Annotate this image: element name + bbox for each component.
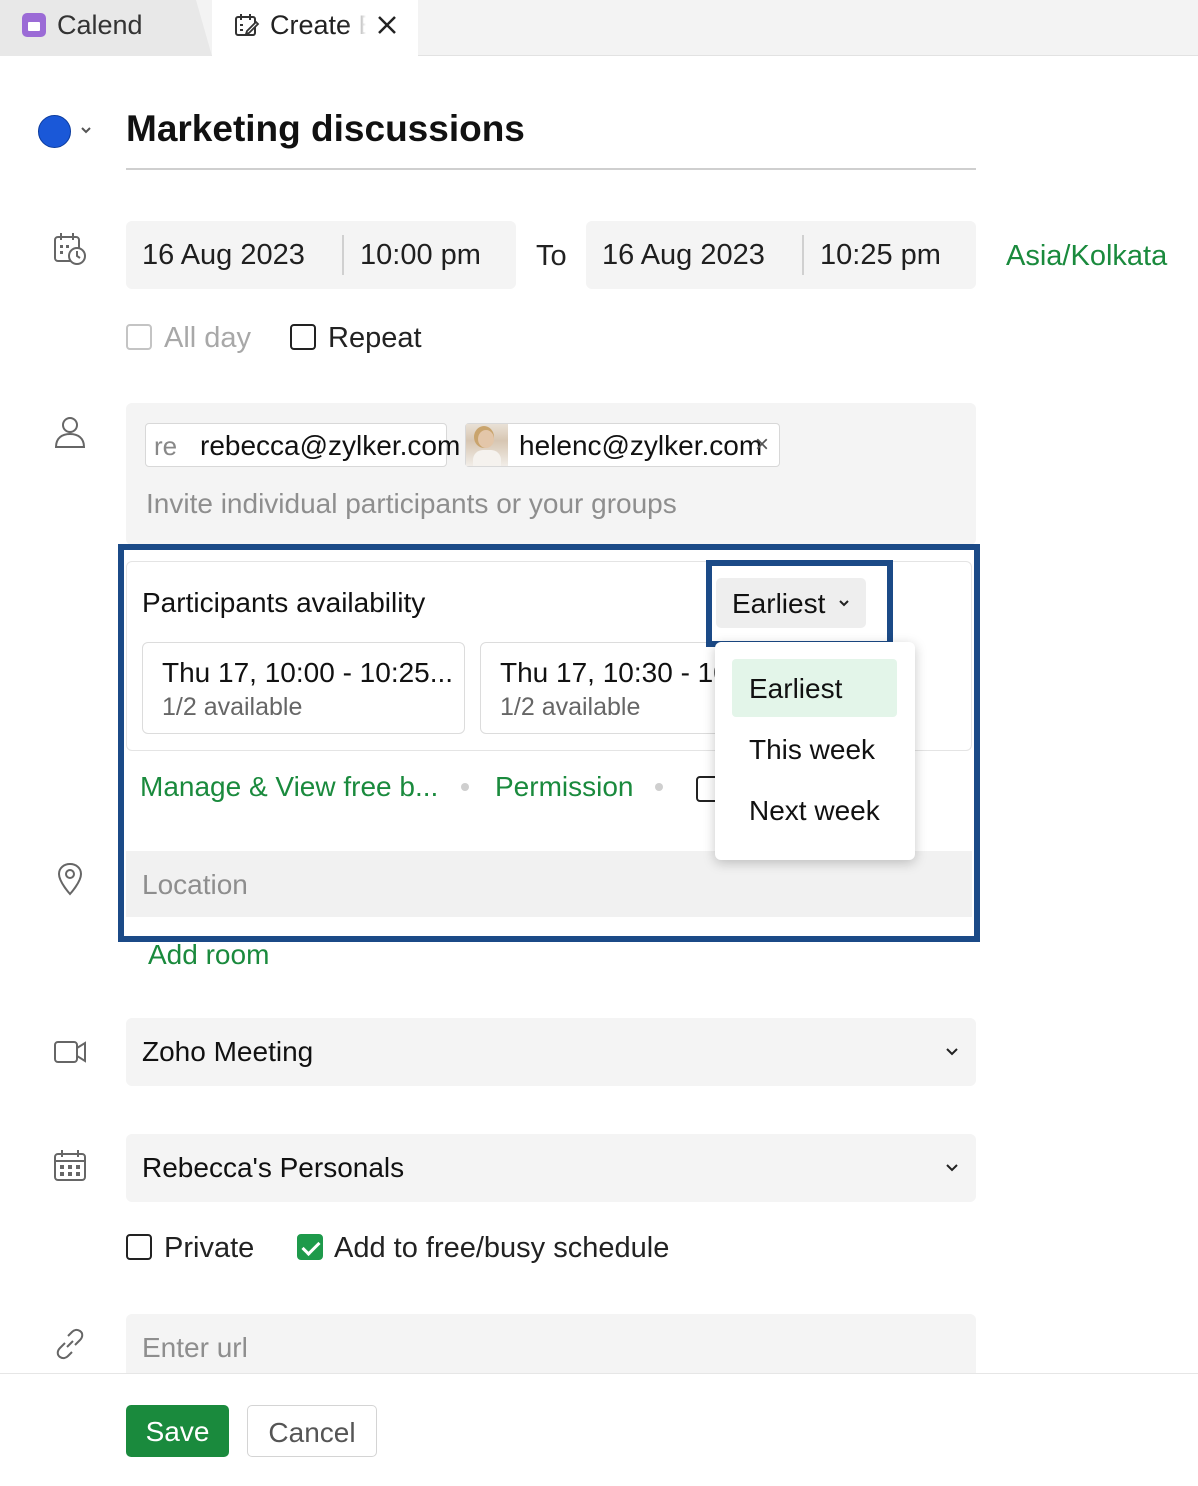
start-time[interactable]: 10:00 pm bbox=[360, 239, 481, 272]
location-pin-icon bbox=[57, 862, 83, 896]
invite-participants-input[interactable]: Invite individual participants or your g… bbox=[146, 488, 677, 520]
save-button[interactable]: Save bbox=[126, 1405, 229, 1457]
participants-field[interactable]: re rebecca@zylker.com helenc@zylker.com … bbox=[126, 403, 976, 545]
repeat-checkbox[interactable] bbox=[290, 324, 316, 350]
calendar-clock-icon bbox=[54, 233, 86, 265]
calendar-select[interactable]: Rebecca's Personals bbox=[126, 1134, 976, 1202]
to-label: To bbox=[536, 240, 567, 272]
participant-chip[interactable]: helenc@zylker.com × bbox=[465, 423, 780, 467]
url-placeholder: Enter url bbox=[142, 1332, 248, 1363]
event-color-picker[interactable] bbox=[38, 115, 71, 148]
free-busy-label: Add to free/busy schedule bbox=[334, 1232, 670, 1264]
end-date[interactable]: 16 Aug 2023 bbox=[602, 239, 765, 272]
participant-initials: re bbox=[154, 431, 178, 461]
menu-item-label: This week bbox=[749, 734, 876, 765]
divider bbox=[802, 235, 804, 275]
tab-create-event[interactable]: Create Event bbox=[212, 0, 418, 56]
free-busy-checkbox[interactable] bbox=[297, 1234, 323, 1260]
chevron-down-icon bbox=[946, 1164, 958, 1172]
person-icon bbox=[54, 417, 86, 448]
divider bbox=[342, 235, 344, 275]
availability-filter-menu: Earliest This week Next week bbox=[715, 642, 915, 860]
calendar-value: Rebecca's Personals bbox=[142, 1152, 405, 1183]
tab-calendar[interactable]: Calend bbox=[0, 0, 212, 56]
participant-email: rebecca@zylker.com bbox=[200, 430, 461, 461]
add-room-link[interactable]: Add room bbox=[148, 939, 269, 971]
participant-email: helenc@zylker.com bbox=[519, 430, 763, 461]
private-checkbox[interactable] bbox=[126, 1234, 152, 1260]
tab-create-label: Create Event bbox=[270, 10, 366, 40]
cancel-button-label: Cancel bbox=[268, 1417, 356, 1448]
remove-participant-icon[interactable]: × bbox=[755, 431, 769, 459]
start-date[interactable]: 16 Aug 2023 bbox=[142, 239, 305, 272]
menu-item-next-week[interactable]: Next week bbox=[732, 781, 897, 839]
url-input[interactable] bbox=[126, 1314, 976, 1374]
event-title-input[interactable]: Marketing discussions bbox=[126, 108, 525, 150]
calendar-app-icon bbox=[22, 13, 46, 37]
calendar-icon bbox=[54, 1150, 86, 1181]
cancel-button[interactable]: Cancel bbox=[247, 1405, 377, 1457]
end-datetime-field[interactable]: 16 Aug 2023 10:25 pm bbox=[586, 221, 976, 289]
video-camera-icon bbox=[54, 1041, 86, 1063]
all-day-label: All day bbox=[164, 322, 252, 354]
menu-item-earliest[interactable]: Earliest bbox=[732, 659, 897, 717]
chevron-down-icon bbox=[946, 1048, 958, 1056]
meeting-provider-select[interactable]: Zoho Meeting bbox=[126, 1018, 976, 1086]
link-icon bbox=[56, 1328, 84, 1360]
tab-calendar-label: Calend bbox=[57, 10, 143, 40]
menu-item-label: Earliest bbox=[749, 673, 843, 704]
all-day-checkbox[interactable] bbox=[126, 324, 152, 350]
participant-chip[interactable]: re rebecca@zylker.com bbox=[145, 423, 460, 467]
highlight-annotation bbox=[706, 560, 893, 647]
private-label: Private bbox=[164, 1232, 255, 1264]
start-datetime-field[interactable]: 16 Aug 2023 10:00 pm bbox=[126, 221, 516, 289]
save-button-label: Save bbox=[145, 1416, 210, 1447]
close-tab-icon[interactable] bbox=[374, 12, 400, 38]
menu-item-label: Next week bbox=[749, 795, 880, 826]
end-time[interactable]: 10:25 pm bbox=[820, 239, 941, 272]
title-underline bbox=[126, 168, 976, 170]
repeat-label: Repeat bbox=[328, 322, 422, 354]
chevron-down-icon[interactable] bbox=[78, 122, 94, 138]
edit-calendar-icon bbox=[235, 14, 260, 36]
avatar bbox=[466, 424, 508, 466]
meeting-provider-value: Zoho Meeting bbox=[142, 1036, 314, 1067]
menu-item-this-week[interactable]: This week bbox=[732, 720, 897, 778]
timezone-link[interactable]: Asia/Kolkata bbox=[1006, 240, 1167, 273]
